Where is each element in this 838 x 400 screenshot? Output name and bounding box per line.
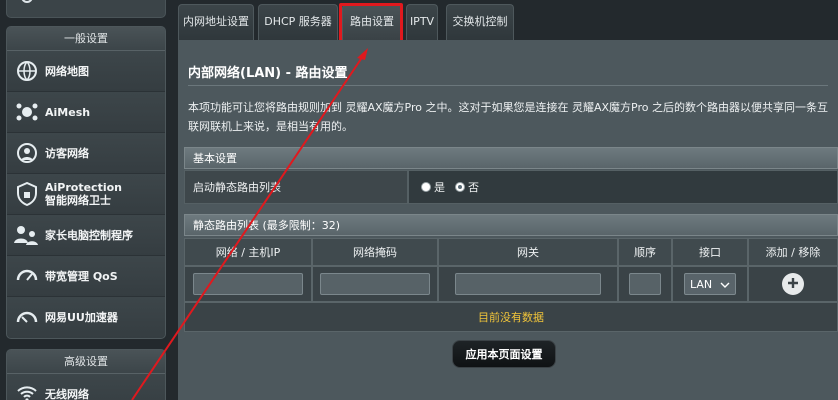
page-description: 本项功能可让您将路由规则加到 灵耀AX魔方Pro 之中。这对于如果您是连接在 灵…: [188, 101, 829, 133]
page-title: 内部网络(LAN) - 路由设置: [188, 66, 348, 81]
sidebar-group-header: 高级设置: [7, 350, 165, 374]
basic-settings-header: 基本设置: [184, 147, 838, 169]
apply-button[interactable]: 应用本页面设置: [452, 340, 556, 368]
table-cell: LAN: [672, 266, 748, 302]
column-header: 接口: [672, 238, 748, 266]
netmask-input[interactable]: [320, 273, 430, 295]
table-empty-message: 目前没有数据: [184, 302, 838, 332]
sidebar-item-label: 访客网络: [45, 146, 89, 160]
table-cell: [438, 266, 618, 302]
sidebar-item-label-line2: 智能网络卫士: [45, 194, 111, 207]
table-cell: [184, 266, 312, 302]
sidebar-item-wireless[interactable]: 无线网络: [7, 374, 165, 400]
radio-yes-label: 是: [434, 181, 445, 194]
interface-select[interactable]: LAN: [684, 273, 736, 295]
static-route-enable-options: 是 否: [408, 170, 838, 204]
sidebar-item-label: 无线网络: [45, 387, 89, 400]
tab-route[interactable]: 路由设置: [342, 4, 402, 40]
radio-no-label: 否: [468, 181, 479, 194]
table-cell: [618, 266, 672, 302]
sidebar-item-qos[interactable]: 带宽管理 QoS: [7, 256, 165, 297]
aimesh-icon: [13, 98, 41, 126]
sidebar-item-aiprotection[interactable]: AiProtection 智能网络卫士: [7, 174, 165, 215]
interface-select-value: LAN: [690, 277, 713, 291]
wifi-icon: [13, 380, 41, 400]
radio-yes[interactable]: [421, 182, 431, 192]
sidebar: 一般设置 网络地图 AiMesh 访客网络 AiProtection 智能网络卫…: [0, 0, 172, 400]
table-cell: [312, 266, 438, 302]
sidebar-top-item[interactable]: [6, 0, 166, 18]
metric-input[interactable]: [629, 273, 661, 295]
sidebar-item-label: AiMesh: [45, 105, 91, 119]
sidebar-item-uu-accelerator[interactable]: 网易UU加速器: [7, 297, 165, 338]
network-map-icon: [13, 57, 41, 85]
sidebar-item-label-line1: AiProtection: [45, 181, 122, 194]
sidebar-item-network-map[interactable]: 网络地图: [7, 51, 165, 92]
column-header: 网络掩码: [312, 238, 438, 266]
sidebar-item-guest-network[interactable]: 访客网络: [7, 133, 165, 174]
sidebar-item-aimesh[interactable]: AiMesh: [7, 92, 165, 133]
network-ip-input[interactable]: [193, 273, 303, 295]
plus-icon: [786, 276, 800, 293]
sidebar-group-advanced: 高级设置 无线网络: [6, 349, 166, 400]
sidebar-group-header: 一般设置: [7, 27, 165, 51]
sidebar-item-label: 网络地图: [45, 64, 89, 78]
sidebar-item-label: AiProtection 智能网络卫士: [45, 181, 122, 207]
tab-switch-control[interactable]: 交换机控制: [446, 4, 514, 40]
column-header: 添加 / 移除: [748, 238, 838, 266]
divider: [188, 85, 828, 86]
shield-icon: [13, 180, 41, 208]
tab-dhcp-server[interactable]: DHCP 服务器: [258, 4, 338, 40]
route-table: 网络 / 主机IP 网络掩码 网关 顺序 接口 添加 / 移除 LAN 目前没有…: [184, 238, 838, 332]
column-header: 网关: [438, 238, 618, 266]
settings-icon: [19, 0, 35, 10]
radio-no[interactable]: [455, 182, 465, 192]
gateway-input[interactable]: [455, 273, 601, 295]
speedometer-icon: [13, 262, 41, 290]
table-cell: [748, 266, 838, 302]
sidebar-item-label: 家长电脑控制程序: [45, 228, 133, 242]
guest-network-icon: [13, 139, 41, 167]
main-panel: 内部网络(LAN) - 路由设置 本项功能可让您将路由规则加到 灵耀AX魔方Pr…: [178, 40, 838, 400]
column-header: 网络 / 主机IP: [184, 238, 312, 266]
sidebar-item-label: 网易UU加速器: [45, 311, 118, 324]
parental-control-icon: [13, 221, 41, 249]
static-route-enable-label: 启动静态路由列表: [184, 170, 408, 204]
route-table-header: 静态路由列表 (最多限制：32): [184, 214, 838, 236]
sidebar-group-general: 一般设置 网络地图 AiMesh 访客网络 AiProtection 智能网络卫…: [6, 26, 166, 339]
sidebar-item-parental-control[interactable]: 家长电脑控制程序: [7, 215, 165, 256]
sidebar-item-label: 带宽管理 QoS: [45, 269, 118, 283]
uu-accelerator-icon: [13, 304, 41, 332]
chevron-down-icon: [720, 278, 730, 291]
table-input-row: LAN: [184, 266, 838, 302]
tab-iptv[interactable]: IPTV: [406, 4, 438, 40]
add-route-button[interactable]: [782, 273, 804, 295]
tab-lan-ip[interactable]: 内网地址设置: [178, 4, 254, 40]
table-header-row: 网络 / 主机IP 网络掩码 网关 顺序 接口 添加 / 移除: [184, 238, 838, 266]
column-header: 顺序: [618, 238, 672, 266]
